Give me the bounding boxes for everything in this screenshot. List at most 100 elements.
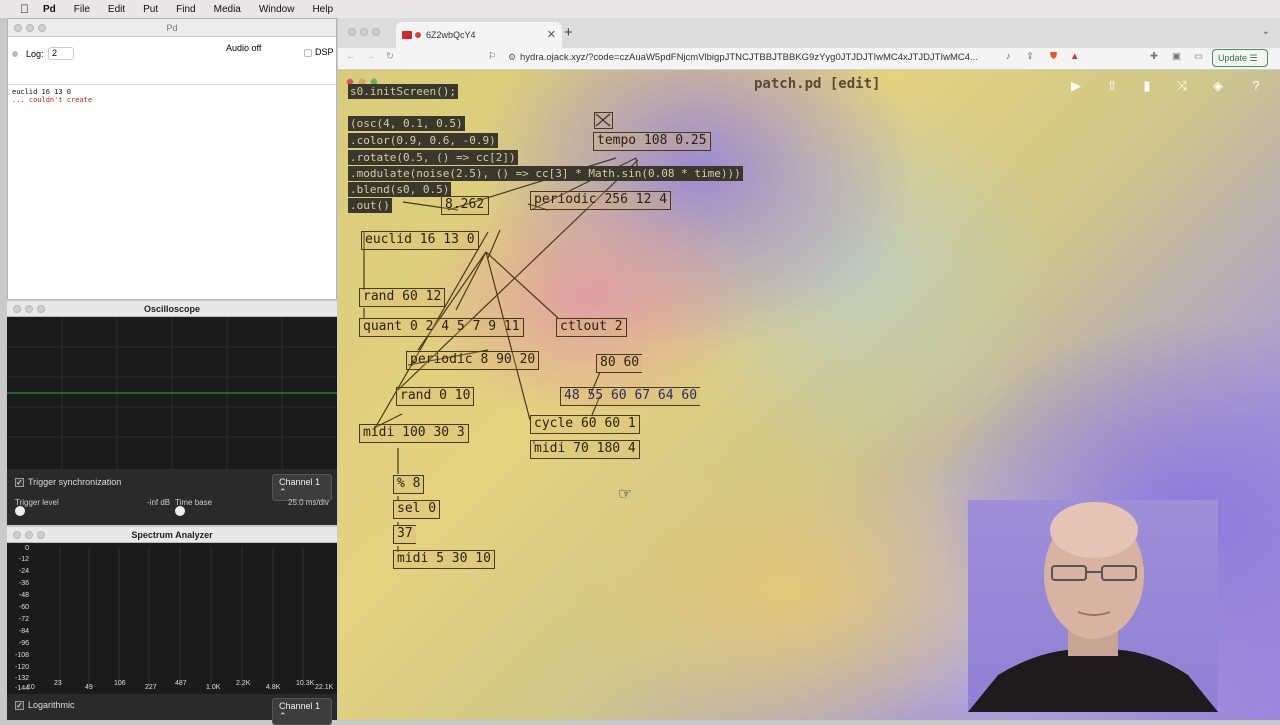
oscilloscope-channel-select[interactable]: Channel 1 ⌃ [272, 474, 332, 501]
message-80-60[interactable]: 80 60 [596, 354, 643, 373]
bang-x-icon [595, 113, 611, 127]
object-quant[interactable]: quant 0 2 4 5 7 9 11 [359, 318, 524, 337]
y-tick: -108 [14, 652, 29, 659]
oscilloscope-display [7, 317, 337, 469]
number-box[interactable]: 8.262 [441, 196, 489, 215]
share-icon[interactable]: ⇪ [1026, 51, 1034, 62]
code-out[interactable]: .out() [348, 198, 392, 213]
oscilloscope-title: Oscilloscope [143, 304, 201, 314]
message-48-55[interactable]: 48 55 60 67 64 60 [560, 387, 701, 406]
reload-icon[interactable]: ↻ [386, 51, 394, 62]
apple-icon[interactable]:  [20, 2, 29, 16]
trigger-sync-toggle[interactable]: ✓ Trigger synchronization [15, 477, 122, 488]
object-tempo[interactable]: tempo 108 0.25 [593, 132, 711, 151]
y-tick: 0 [25, 545, 29, 552]
bang-button[interactable] [594, 112, 613, 129]
y-tick: -48 [18, 592, 29, 599]
extensions-icon[interactable]: ✚ [1150, 51, 1158, 62]
code-osc[interactable]: (osc(4, 0.1, 0.5) [348, 116, 465, 131]
hand-cursor-icon: ☞ [618, 486, 633, 503]
x-tick: 106 [114, 680, 126, 687]
wallet-icon[interactable]: ▭ [1194, 51, 1203, 62]
x-tick: 1.0K [206, 684, 221, 691]
oscilloscope-controls: ✓ Trigger synchronization Channel 1 ⌃ Tri… [7, 469, 337, 525]
logarithmic-toggle[interactable]: ✓ Logarithmic [15, 700, 75, 711]
code-rotate[interactable]: .rotate(0.5, () => cc[2]) [348, 150, 518, 165]
object-midi-5[interactable]: midi 5 30 10 [393, 550, 495, 569]
pd-console-log: euclid 16 13 0 ... couldn't create [8, 85, 336, 107]
pd-console-window: Pd Audio off Log: 2 DSP euclid 16 13 0 .… [7, 18, 337, 300]
back-icon[interactable]: ← [346, 51, 356, 62]
menu-put[interactable]: Put [143, 4, 158, 15]
bookmark-icon[interactable]: ⚐ [488, 51, 497, 62]
brave-shield-icon[interactable]: ⛊ [1050, 51, 1057, 62]
x-tick: 22.1K [315, 684, 334, 691]
object-rand-60[interactable]: rand 60 12 [359, 288, 446, 307]
time-base-slider[interactable] [175, 506, 185, 516]
dsp-checkbox[interactable] [304, 49, 312, 57]
object-midi-100[interactable]: midi 100 30 3 [359, 424, 469, 443]
log-level-select[interactable]: 2 [48, 47, 74, 60]
x-tick: 227 [145, 684, 157, 691]
object-sel[interactable]: sel 0 [393, 500, 441, 519]
code-blend[interactable]: .blend(s0, 0.5) [348, 182, 452, 197]
microphone-icon[interactable]: ♪ [1006, 51, 1011, 62]
x-tick: 4.8K [266, 684, 281, 691]
tab-title: 6Z2wbQcY4 [426, 30, 476, 40]
code-color[interactable]: .color(0.9, 0.6, -0.9) [348, 133, 498, 148]
menu-help[interactable]: Help [312, 4, 333, 15]
url-field[interactable]: hydra.ojack.xyz/?code=czAuaW5pdFNjcmVlbi… [520, 52, 1000, 63]
object-midi-70[interactable]: midi 70 180 4 [530, 440, 640, 459]
trigger-level-slider[interactable] [15, 506, 25, 516]
object-rand-0[interactable]: rand 0 10 [396, 387, 475, 406]
chevron-down-icon[interactable]: ⌄ [1262, 26, 1270, 37]
menu-bar:  Pd File Edit Put Find Media Window Hel… [0, 0, 1280, 18]
rewards-icon[interactable]: ▲ [1070, 51, 1079, 62]
webcam-overlay [968, 500, 1218, 712]
update-button[interactable]: Update ☰ [1212, 49, 1268, 67]
channel-value: Channel 1 [279, 701, 321, 711]
dsp-label: DSP [315, 47, 334, 57]
site-info-icon[interactable]: ⚙ [508, 52, 516, 63]
object-ctlout[interactable]: ctlout 2 [556, 318, 627, 337]
y-tick: -60 [18, 604, 29, 611]
menu-media[interactable]: Media [214, 4, 241, 15]
spectrum-y-axis: 0 -12 -24 -36 -48 -60 -72 -84 -96 -108 -… [9, 545, 31, 692]
close-tab-icon[interactable]: ✕ [547, 22, 556, 48]
sidebar-icon[interactable]: ▣ [1172, 51, 1181, 62]
x-tick: 49 [85, 684, 93, 691]
hydra-canvas[interactable]: patch.pd [edit] ▶ ⇧ ▮ ⤨ ◈ ? s0.initScree… [338, 70, 1280, 720]
audio-status: Audio off [226, 43, 262, 53]
menu-file[interactable]: File [74, 4, 90, 15]
spectrum-titlebar: Spectrum Analyzer [7, 527, 337, 543]
window-controls[interactable] [14, 24, 46, 32]
code-init[interactable]: s0.initScreen(); [348, 84, 458, 99]
spectrum-channel-select[interactable]: Channel 1 ⌃ [272, 698, 332, 725]
object-periodic-256[interactable]: periodic 256 12 4 [530, 191, 672, 210]
object-cycle[interactable]: cycle 60 60 1 [530, 415, 640, 434]
trigger-sync-label: Trigger synchronization [28, 477, 122, 487]
spectrum-display: 0 -12 -24 -36 -48 -60 -72 -84 -96 -108 -… [7, 545, 337, 694]
x-tick: 487 [175, 680, 187, 687]
log-level-value: 2 [52, 48, 58, 58]
pd-console-toolbar: Audio off Log: 2 DSP [8, 37, 336, 85]
new-tab-icon[interactable]: + [564, 24, 573, 41]
menu-pd[interactable]: Pd [43, 4, 56, 15]
x-tick: 10.3K [296, 680, 315, 687]
message-37[interactable]: 37 [393, 525, 416, 544]
y-tick: -72 [18, 616, 29, 623]
code-modulate[interactable]: .modulate(noise(2.5), () => cc[3] * Math… [348, 166, 743, 181]
object-euclid[interactable]: euclid 16 13 0 [361, 231, 479, 250]
object-mod-8[interactable]: % 8 [393, 475, 425, 494]
browser-tab[interactable]: 6Z2wbQcY4 ✕ [396, 22, 562, 48]
menu-edit[interactable]: Edit [108, 4, 125, 15]
address-bar: ← → ↻ ⚐ ⚙ hydra.ojack.xyz/?code=czAuaW5p… [338, 48, 1280, 70]
time-base-value: 25.0 ms/div [288, 498, 329, 507]
menu-window[interactable]: Window [259, 4, 295, 15]
oscilloscope-titlebar: Oscilloscope [7, 301, 337, 317]
object-periodic-8[interactable]: periodic 8 90 20 [406, 351, 540, 370]
menu-find[interactable]: Find [176, 4, 195, 15]
spectrum-controls: ✓ Logarithmic Channel 1 ⌃ [7, 694, 337, 725]
forward-icon[interactable]: → [366, 51, 376, 62]
spectrum-x-axis: 10 23 49 106 227 487 1.0K 2.2K 4.8K 10.3… [7, 680, 337, 694]
